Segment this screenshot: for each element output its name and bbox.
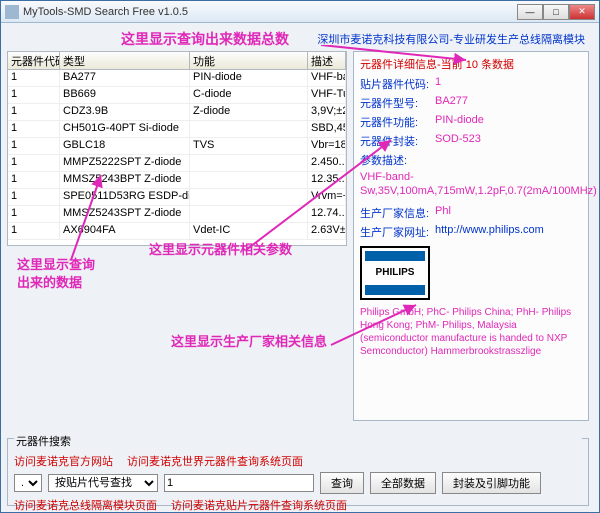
table-cell: TVS [190,138,308,154]
app-icon [5,5,19,19]
table-cell: PIN-diode [190,70,308,86]
top-annotation: 这里显示查询出来数据总数 [121,29,289,49]
company-link[interactable]: 深圳市麦诺克科技有限公司-专业研发生产总线隔离模块 [317,31,585,47]
table-cell [190,121,308,137]
table-row[interactable]: 1MMPZ5222SPT Z-diode 2.450..2 [8,155,346,172]
table-row[interactable]: 1BA277PIN-diodeVHF-ban [8,70,346,87]
search-legend: 元器件搜索 [14,433,582,449]
mfr-url-label: 生产厂家网址: [360,224,435,240]
link-smd[interactable]: 访问麦诺克贴片元器件查询系统页面 [171,497,347,513]
table-cell: SPE0511D53RG ESDP-diode [60,189,190,205]
col-header[interactable]: 元器件代码 [8,52,60,69]
mfr-info-label: 生产厂家信息: [360,205,435,221]
table-cell: 1 [8,104,60,120]
table-cell: SBD,45V [308,121,346,137]
table-cell: 1 [8,189,60,205]
package-button[interactable]: 封装及引脚功能 [442,472,541,494]
table-cell: 2.63V±1 [308,223,346,239]
table-cell: Vrvm=+1 [308,189,346,205]
table-cell [190,189,308,205]
table-row[interactable]: 1BB669C-diodeVHF-Tun [8,87,346,104]
table-row[interactable]: 1MMSZ5243BPT Z-diode 12.35..1 [8,172,346,189]
table-cell: C-diode [190,87,308,103]
table-cell: 12.74..1 [308,206,346,222]
col-header[interactable]: 功能 [190,52,308,69]
table-cell: 1 [8,138,60,154]
model-label: 元器件型号: [360,95,435,111]
table-cell: BB669 [60,87,190,103]
lang-select[interactable]: ... [14,474,42,492]
table-cell: CDZ3.9B [60,104,190,120]
table-cell: BA277 [60,70,190,86]
table-row[interactable]: 1SPE0511D53RG ESDP-diode Vrvm=+1 [8,189,346,206]
model-value: BA277 [435,95,468,111]
mode-select[interactable]: 按贴片代号查找 [48,474,158,492]
link-world[interactable]: 访问麦诺克世界元器件查询系统页面 [127,453,303,469]
pkg-label: 元器件封装: [360,133,435,149]
col-header[interactable]: 类型 [60,52,190,69]
table-cell: MMSZ5243BPT Z-diode [60,172,190,188]
table-row[interactable]: 1CDZ3.9BZ-diode3,9V;±2 [8,104,346,121]
table-cell: 1 [8,70,60,86]
table-cell [190,155,308,171]
detail-panel: 元器件详细信息-当前 10 条数据 贴片器件代码:1 元器件型号:BA277 元… [353,51,589,421]
all-data-button[interactable]: 全部数据 [370,472,436,494]
annotation-data: 这里显示查询 出来的数据 [17,256,95,292]
table-cell: MMSZ5243SPT Z-diode [60,206,190,222]
detail-header: 元器件详细信息-当前 10 条数据 [360,56,582,72]
chip-code-label: 贴片器件代码: [360,76,435,92]
mfr-logo: PHILIPS [360,246,430,300]
table-cell: VHF-Tun [308,87,346,103]
minimize-button[interactable]: — [517,4,543,20]
search-box: 元器件搜索 访问麦诺克官方网站 访问麦诺克世界元器件查询系统页面 ... 按贴片… [7,438,589,506]
desc-value: VHF-band-Sw,35V,100mA,715mW,1.2pF,0.7(2m… [360,170,582,199]
table-cell: 1 [8,87,60,103]
link-bus[interactable]: 访问麦诺克总线隔离模块页面 [14,497,157,513]
table-cell: VHF-ban [308,70,346,86]
table-row[interactable]: 1MMSZ5243SPT Z-diode 12.74..1 [8,206,346,223]
table-row[interactable]: 1CH501G-40PT Si-diode SBD,45V [8,121,346,138]
pkg-value: SOD-523 [435,133,481,149]
maximize-button[interactable]: □ [543,4,569,20]
window-title: MyTools-SMD Search Free v1.0.5 [23,6,517,18]
table-cell [190,172,308,188]
table-cell: AX6904FA [60,223,190,239]
annotation-params: 这里显示元器件相关参数 [149,241,292,259]
search-input[interactable] [164,474,314,492]
desc-label: 参数描述: [360,152,582,168]
table-cell: 1 [8,172,60,188]
table-cell: MMPZ5222SPT Z-diode [60,155,190,171]
func-label: 元器件功能: [360,114,435,130]
mfr-desc: Philips GmbH; PhC- Philips China; PhH- P… [360,306,582,358]
annotation-mfr: 这里显示生产厂家相关信息 [171,333,327,351]
chip-code-value: 1 [435,76,441,92]
close-button[interactable]: ✕ [569,4,595,20]
titlebar: MyTools-SMD Search Free v1.0.5 — □ ✕ [1,1,599,23]
mfr-info-value: Phl [435,205,451,221]
table-cell: GBLC18 [60,138,190,154]
table-row[interactable]: 1GBLC18TVSVbr=18V [8,138,346,155]
table-cell: Vbr=18V [308,138,346,154]
results-table: 元器件代码类型功能描述 1BA277PIN-diodeVHF-ban1BB669… [7,51,347,246]
link-official[interactable]: 访问麦诺克官方网站 [14,453,113,469]
func-value: PIN-diode [435,114,484,130]
table-cell: 1 [8,121,60,137]
mfr-url-value[interactable]: http://www.philips.com [435,224,544,240]
table-cell: 1 [8,155,60,171]
table-cell: 1 [8,223,60,239]
table-cell: 2.450..2 [308,155,346,171]
table-row[interactable]: 1AX6904FAVdet-IC2.63V±1 [8,223,346,240]
table-cell: 3,9V;±2 [308,104,346,120]
table-cell: CH501G-40PT Si-diode [60,121,190,137]
col-header[interactable]: 描述 [308,52,346,69]
table-cell: Z-diode [190,104,308,120]
table-cell [190,206,308,222]
search-button[interactable]: 查询 [320,472,364,494]
table-cell: Vdet-IC [190,223,308,239]
table-cell: 12.35..1 [308,172,346,188]
table-cell: 1 [8,206,60,222]
